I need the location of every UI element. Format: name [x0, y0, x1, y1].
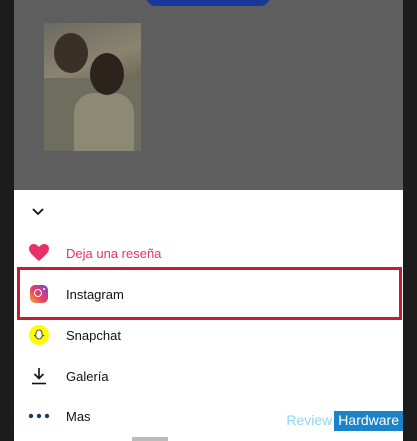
highlight-box [17, 267, 402, 320]
preview-photo [44, 23, 141, 151]
share-sheet: Deja una reseña Instagram Snapchat Galer… [14, 190, 403, 441]
download-icon [28, 365, 50, 387]
photo-preview-backdrop [14, 0, 403, 190]
share-item-label: Deja una reseña [66, 245, 162, 261]
snapchat-icon [28, 324, 50, 346]
watermark-part1: Review [286, 411, 335, 431]
share-item-label: Galería [66, 368, 109, 384]
heart-icon [28, 242, 50, 264]
home-indicator [132, 437, 168, 441]
top-action-button[interactable] [146, 0, 270, 6]
share-item-gallery[interactable]: Galería [14, 356, 403, 396]
share-item-snapchat[interactable]: Snapchat [14, 315, 403, 355]
watermark-part2: Hardware [334, 411, 403, 431]
chevron-down-icon[interactable] [28, 202, 48, 222]
share-item-label: Mas [66, 408, 91, 424]
share-item-label: Snapchat [66, 327, 121, 343]
more-icon [28, 405, 50, 427]
watermark: Review Hardware [286, 411, 403, 431]
